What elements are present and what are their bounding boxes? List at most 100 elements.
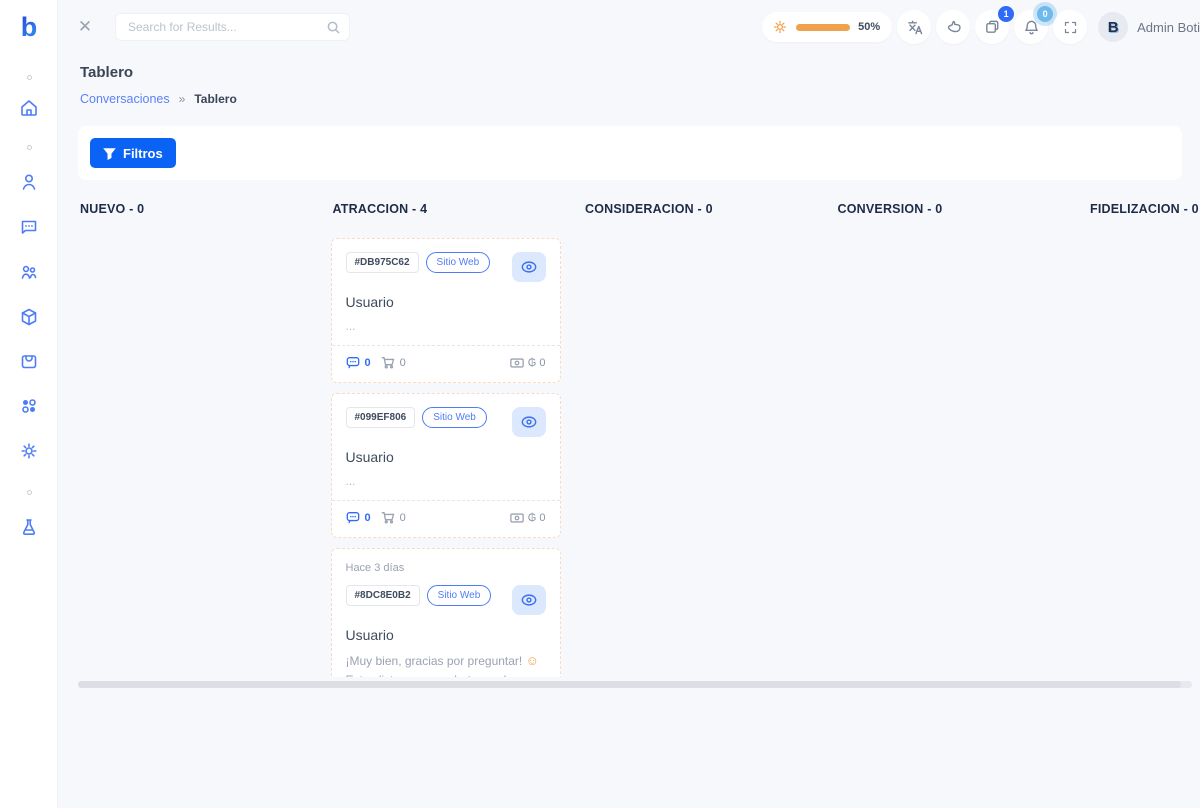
chat-icon	[19, 217, 39, 237]
bag-icon	[19, 351, 39, 371]
sidebar-item-contacts[interactable]	[0, 167, 58, 197]
column-conversion: CONVERSION - 0	[836, 202, 1089, 677]
home-icon	[19, 98, 39, 118]
topbar: ✕ 50% 1 0	[58, 0, 1200, 54]
page-title: Tablero	[80, 64, 133, 81]
sidebar-item-orders[interactable]	[0, 346, 58, 376]
topbar-actions: 50% 1 0 B Admin Boti	[762, 9, 1200, 45]
search-input[interactable]	[128, 20, 326, 34]
smiley-emoji: ☺	[526, 653, 539, 668]
view-button[interactable]	[512, 585, 546, 615]
eye-icon	[521, 260, 537, 274]
filters-button[interactable]: Filtros	[90, 138, 176, 168]
breadcrumb-separator: »	[179, 92, 186, 106]
sidebar: b	[0, 0, 58, 808]
filter-panel: Filtros	[78, 126, 1182, 180]
cart-icon	[381, 511, 395, 524]
conversation-card[interactable]: Hace 3 días #8DC8E0B2 Sitio Web Usuario …	[331, 548, 561, 677]
avatar[interactable]: B	[1098, 12, 1128, 42]
sidebar-section-dot	[0, 132, 58, 162]
view-button[interactable]	[512, 252, 546, 282]
sidebar-item-products[interactable]	[0, 302, 58, 332]
sidebar-section-dot	[0, 62, 58, 92]
translate-icon	[906, 19, 923, 36]
search-icon[interactable]	[326, 20, 341, 35]
eye-icon	[521, 593, 537, 607]
sidebar-item-labs[interactable]	[0, 512, 58, 542]
message-text: Estoy listo para ayudarte con lo que nec…	[346, 673, 537, 677]
sidebar-item-apps[interactable]	[0, 391, 58, 421]
card-snippet: ...	[346, 474, 546, 488]
view-button[interactable]	[512, 407, 546, 437]
fullscreen-button[interactable]	[1053, 10, 1087, 44]
feedback-button[interactable]	[936, 10, 970, 44]
messages-icon	[346, 511, 360, 524]
cube-icon	[19, 307, 39, 327]
team-icon	[19, 262, 39, 282]
cart-count: 0	[400, 357, 406, 369]
sidebar-section-dot	[0, 477, 58, 507]
flask-icon	[19, 517, 39, 537]
user-icon	[19, 172, 39, 192]
conversation-card[interactable]: #DB975C62 Sitio Web Usuario ... 0 0	[331, 238, 561, 383]
brand-logo-letter: b	[21, 12, 38, 43]
column-cards: #DB975C62 Sitio Web Usuario ... 0 0	[331, 238, 584, 677]
hand-icon	[945, 19, 962, 36]
app-screen: b	[0, 0, 1200, 808]
scrollbar-thumb[interactable]	[78, 681, 1181, 688]
packages-button[interactable]: 1	[975, 10, 1009, 44]
gear-icon	[772, 19, 788, 35]
packages-badge: 1	[998, 6, 1014, 22]
sidebar-item-conversations[interactable]	[0, 212, 58, 242]
conversation-card[interactable]: #099EF806 Sitio Web Usuario ... 0 0	[331, 393, 561, 538]
sidebar-item-home[interactable]	[0, 93, 58, 123]
avatar-letter: B	[1108, 19, 1119, 36]
amount-value: ₲ 0	[528, 357, 546, 369]
card-title: Usuario	[346, 294, 546, 310]
gear-icon	[19, 441, 39, 461]
card-time-ago: Hace 3 días	[346, 562, 546, 574]
column-header: FIDELIZACION - 0	[1088, 202, 1200, 216]
fullscreen-icon	[1063, 20, 1078, 35]
card-channel-chip: Sitio Web	[427, 585, 492, 606]
setup-progress[interactable]: 50%	[762, 12, 892, 42]
card-snippet: ...	[346, 319, 546, 333]
bell-icon	[1023, 19, 1040, 36]
column-header: NUEVO - 0	[78, 202, 331, 216]
amount-value: ₲ 0	[528, 512, 546, 524]
sidebar-item-settings[interactable]	[0, 436, 58, 466]
card-divider	[332, 345, 560, 346]
notifications-button[interactable]: 0	[1014, 10, 1048, 44]
card-title: Usuario	[346, 627, 546, 643]
card-channel-chip: Sitio Web	[422, 407, 487, 428]
close-icon[interactable]: ✕	[74, 16, 96, 38]
card-stats: 0 0 ₲ 0	[346, 356, 546, 369]
card-stats: 0 0 ₲ 0	[346, 511, 546, 524]
packages-icon	[984, 19, 1001, 36]
column-consideracion: CONSIDERACION - 0	[583, 202, 836, 677]
message-text: ¡Muy bien, gracias por preguntar!	[346, 654, 526, 668]
eye-icon	[521, 415, 537, 429]
card-message: ¡Muy bien, gracias por preguntar! ☺ Esto…	[346, 651, 546, 677]
brand-logo[interactable]: b	[0, 8, 58, 46]
cart-icon	[381, 356, 395, 369]
card-id-chip: #099EF806	[346, 407, 416, 428]
cart-count: 0	[400, 512, 406, 524]
progress-label: 50%	[858, 21, 880, 33]
search-box	[115, 13, 350, 41]
card-id-chip: #8DC8E0B2	[346, 585, 420, 606]
column-header: CONVERSION - 0	[836, 202, 1089, 216]
language-button[interactable]	[897, 10, 931, 44]
board-horizontal-scrollbar[interactable]	[78, 681, 1192, 688]
filter-icon	[103, 147, 116, 160]
card-channel-chip: Sitio Web	[426, 252, 491, 273]
breadcrumb-link-conversaciones[interactable]: Conversaciones	[80, 92, 170, 106]
sidebar-item-team[interactable]	[0, 257, 58, 287]
card-title: Usuario	[346, 449, 546, 465]
user-name[interactable]: Admin Boti	[1137, 20, 1200, 35]
card-divider	[332, 500, 560, 501]
messages-icon	[346, 356, 360, 369]
messages-count: 0	[365, 512, 371, 524]
column-fidelizacion: FIDELIZACION - 0	[1088, 202, 1200, 677]
column-nuevo: NUEVO - 0	[78, 202, 331, 677]
